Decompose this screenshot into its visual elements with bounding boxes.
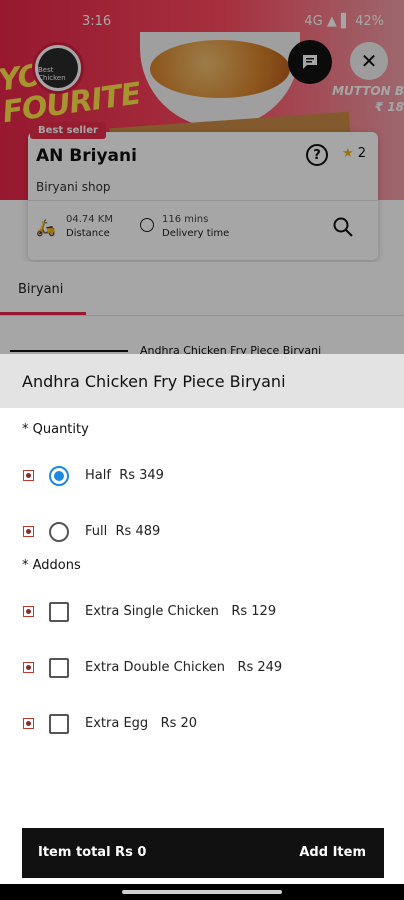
addon-price: Rs 20 [160, 716, 198, 731]
add-item-bar[interactable]: Item total Rs 0 Add Item [22, 828, 384, 878]
addon-extra-single-chicken[interactable]: Extra Single Chicken Rs 129 [0, 592, 404, 632]
addon-name: Extra Egg [85, 716, 149, 731]
quantity-option-text: Full Rs 489 [85, 524, 160, 539]
item-total: Item total Rs 0 [38, 845, 147, 860]
addon-text: Extra Egg Rs 20 [85, 716, 197, 731]
checkbox-extra-double-chicken[interactable] [49, 658, 69, 678]
option-name: Full [85, 524, 108, 539]
addons-label: * Addons [22, 558, 81, 573]
home-gesture-handle[interactable] [122, 890, 282, 894]
food-type-icon [23, 526, 34, 537]
radio-half[interactable] [49, 466, 69, 486]
item-options-sheet: Andhra Chicken Fry Piece Biryani * Quant… [0, 354, 404, 900]
food-type-icon [23, 606, 34, 617]
radio-full[interactable] [49, 522, 69, 542]
addon-text: Extra Double Chicken Rs 249 [85, 660, 282, 675]
checkbox-extra-single-chicken[interactable] [49, 602, 69, 622]
quantity-option-full[interactable]: Full Rs 489 [0, 512, 404, 552]
addon-text: Extra Single Chicken Rs 129 [85, 604, 276, 619]
addon-price: Rs 249 [237, 660, 283, 675]
food-type-icon [23, 470, 34, 481]
addon-name: Extra Single Chicken [85, 604, 219, 619]
quantity-option-text: Half Rs 349 [85, 468, 164, 483]
quantity-label: * Quantity [22, 422, 89, 437]
food-type-icon [23, 718, 34, 729]
addon-name: Extra Double Chicken [85, 660, 226, 675]
option-name: Half [85, 468, 111, 483]
addon-extra-double-chicken[interactable]: Extra Double Chicken Rs 249 [0, 648, 404, 688]
quantity-option-half[interactable]: Half Rs 349 [0, 456, 404, 496]
addon-price: Rs 129 [231, 604, 277, 619]
add-item-button[interactable]: Add Item [299, 845, 366, 860]
sheet-title: Andhra Chicken Fry Piece Biryani [22, 372, 286, 391]
option-price: Rs 489 [115, 524, 161, 539]
sheet-header: Andhra Chicken Fry Piece Biryani [0, 354, 404, 408]
addon-extra-egg[interactable]: Extra Egg Rs 20 [0, 704, 404, 744]
food-type-icon [23, 662, 34, 673]
option-price: Rs 349 [119, 468, 164, 483]
checkbox-extra-egg[interactable] [49, 714, 69, 734]
